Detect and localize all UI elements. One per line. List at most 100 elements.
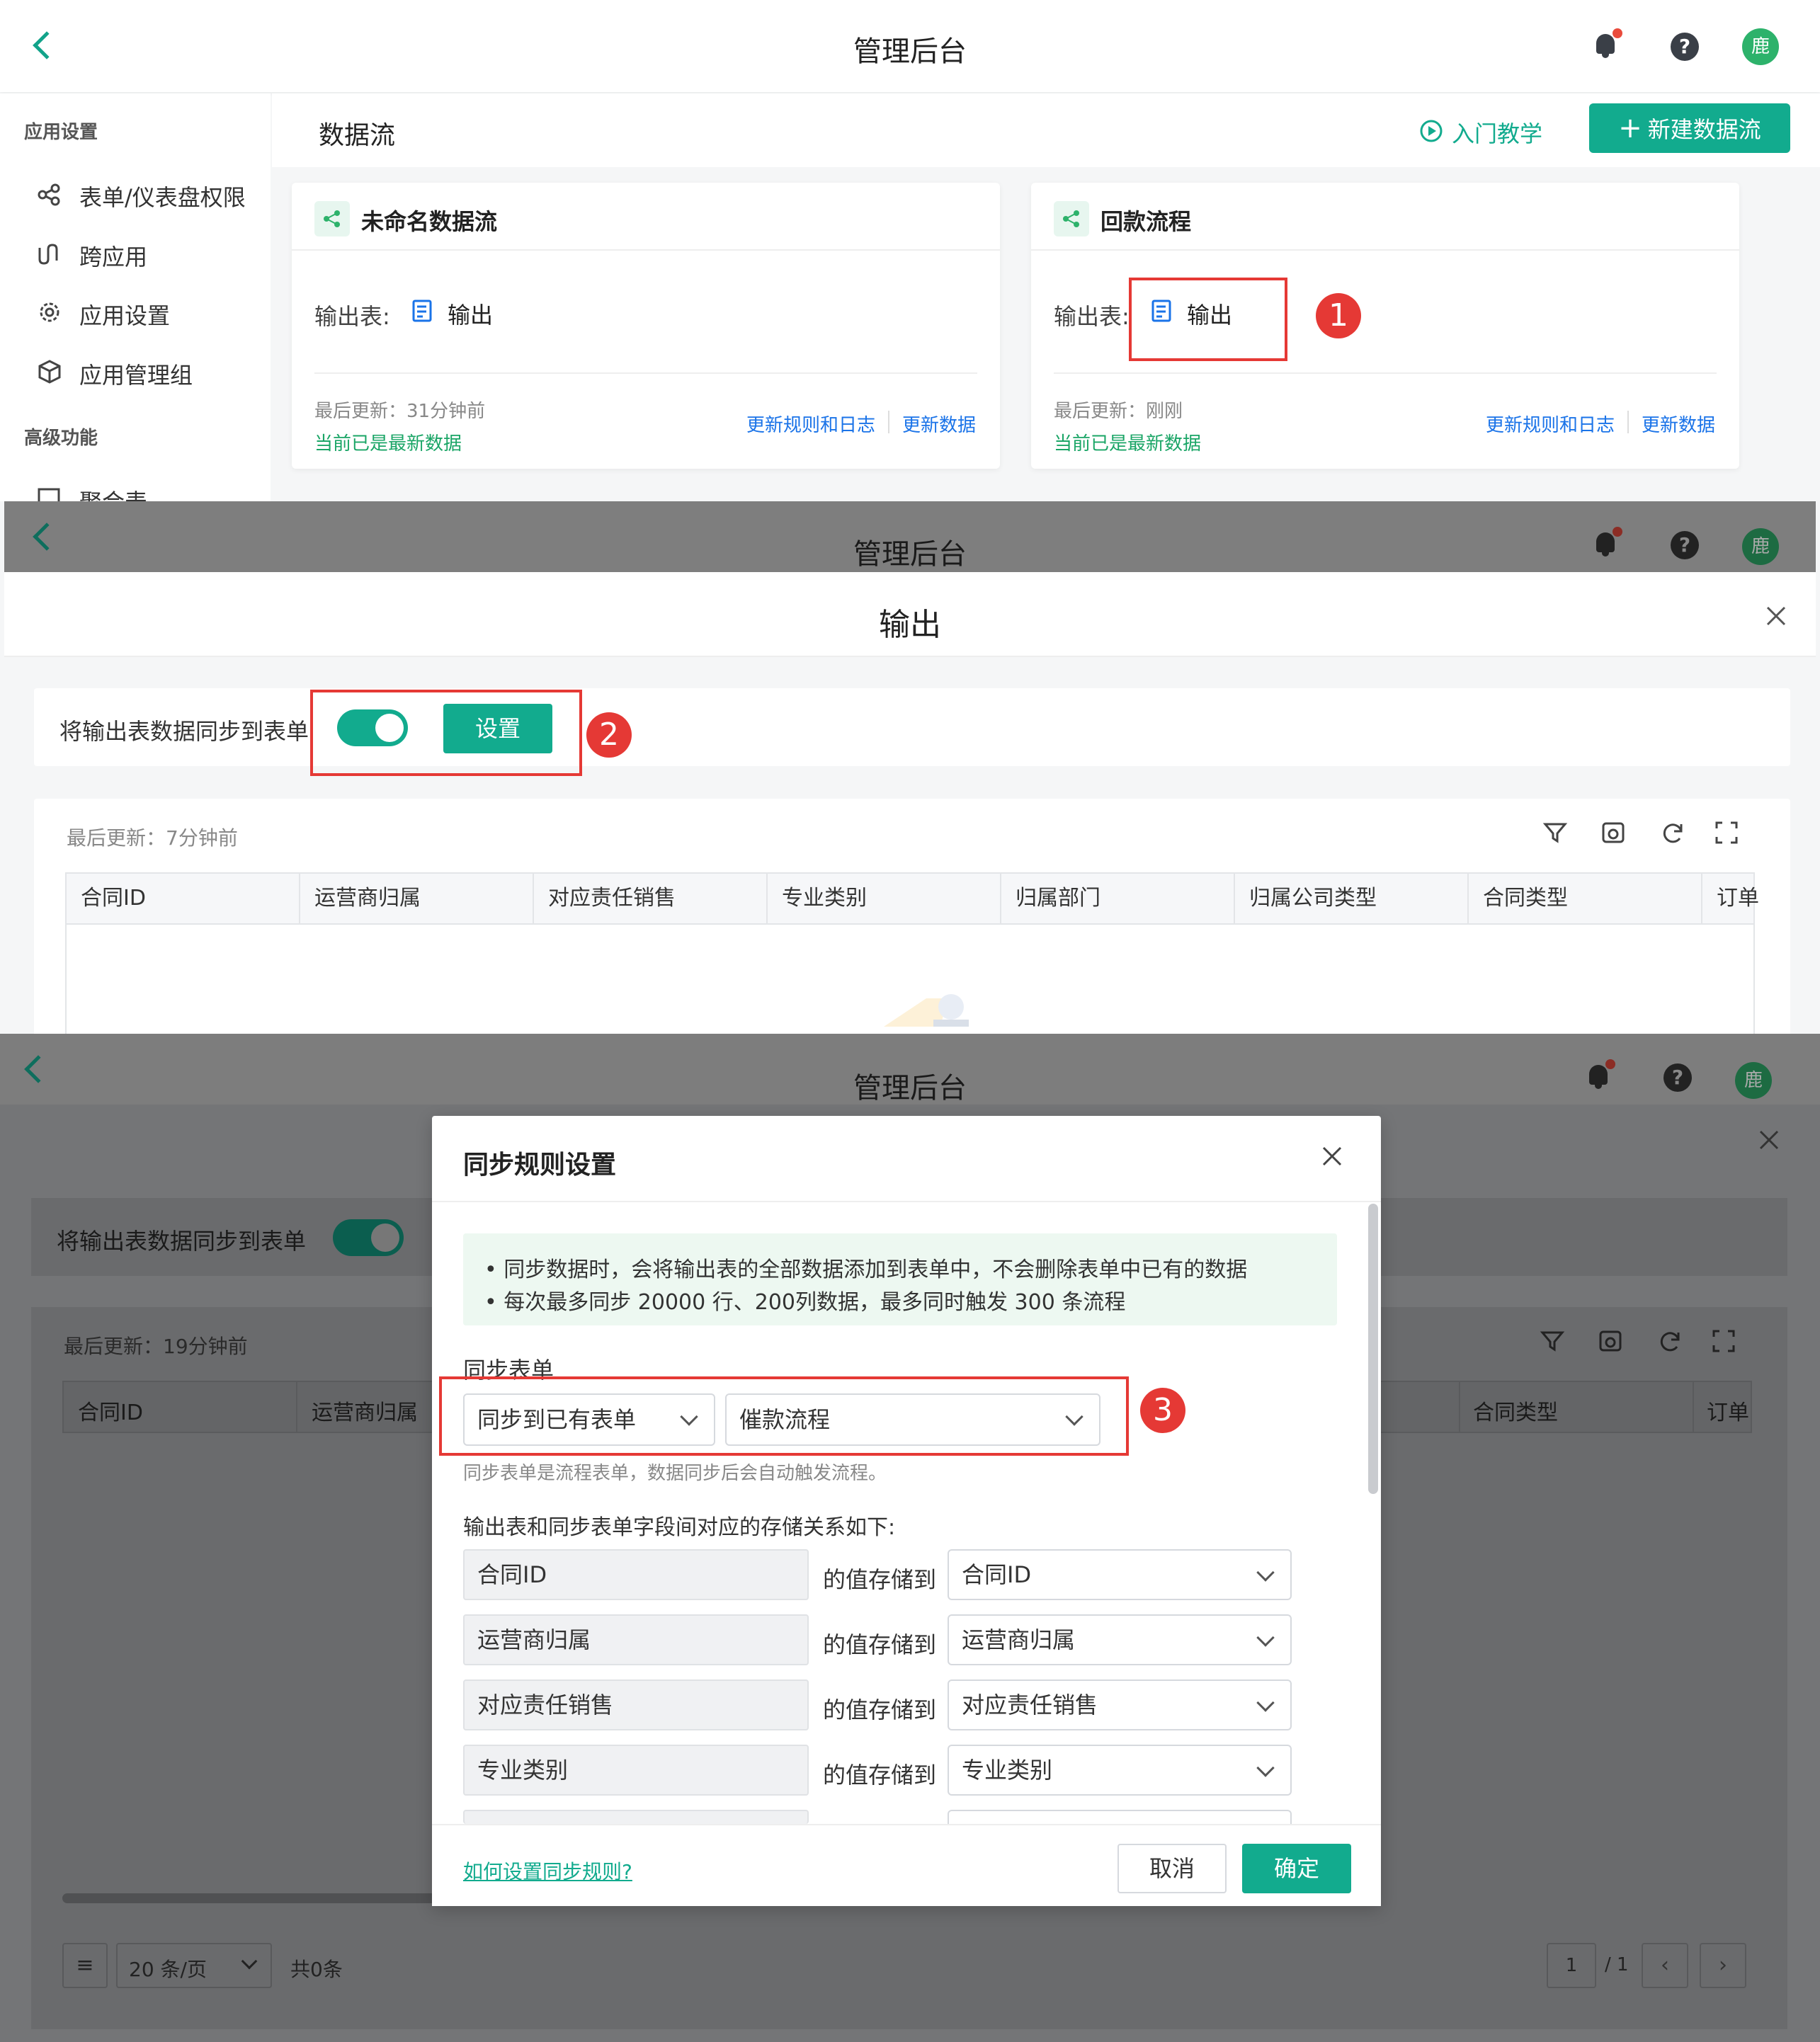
store-to-label: 的值存储到 — [823, 1762, 937, 1789]
new-dataflow-button[interactable]: + 新建数据流 — [1589, 103, 1790, 153]
filter-icon[interactable] — [1542, 820, 1568, 845]
target-field-select[interactable]: 对应责任销售 — [948, 1679, 1292, 1730]
plus-icon: + — [1618, 112, 1642, 144]
avatar[interactable]: 鹿 — [1742, 28, 1779, 65]
target-field-value: 对应责任销售 — [962, 1692, 1098, 1718]
dataflow-card[interactable]: 回款流程 输出表: 输出 1 最后更新：刚刚 当前已是最新数据 更新规则和日志 … — [1031, 183, 1739, 469]
data-table-card: 最后更新：7分钟前 合同ID 运营商归属 对应责任销售 专业类别 归属部门 归属… — [34, 799, 1790, 1034]
drawer-header: 输出 — [4, 572, 1816, 657]
close-icon[interactable] — [1320, 1144, 1344, 1168]
update-data-link[interactable]: 更新数据 — [902, 411, 976, 437]
source-field: 运营商归属 — [463, 1614, 809, 1665]
column-header: 合同ID — [78, 1401, 143, 1425]
notice-box: • 同步数据时，会将输出表的全部数据添加到表单中，不会删除表单中已有的数据 • … — [463, 1233, 1337, 1325]
sync-label: 将输出表数据同步到表单 — [59, 718, 309, 745]
target-field-select[interactable]: 专业类别 — [948, 1745, 1292, 1796]
help-icon[interactable]: ? — [1671, 531, 1699, 559]
highlight-box — [439, 1376, 1129, 1456]
update-data-link[interactable]: 更新数据 — [1642, 411, 1715, 437]
chevron-down-icon — [1256, 1759, 1275, 1777]
chevron-down-icon — [1256, 1563, 1275, 1582]
column-divider — [296, 1382, 297, 1433]
columns-icon[interactable] — [1598, 1328, 1623, 1354]
page-input[interactable]: 1 — [1547, 1943, 1596, 1988]
sync-dialog-panel: 管理后台 ? 鹿 将输出表数据同步到表单 最后更新：19分钟前 合同ID 运营商… — [0, 1034, 1820, 2042]
dataflow-card[interactable]: 未命名数据流 输出表: 输出 最后更新：31分钟前 当前已是最新数据 更新规则和… — [292, 183, 1000, 469]
column-divider — [1693, 1382, 1694, 1433]
fullscreen-icon[interactable] — [1714, 820, 1739, 845]
target-field-select[interactable]: 运营商归属 — [948, 1614, 1292, 1665]
help-link[interactable]: 如何设置同步规则? — [463, 1856, 632, 1885]
column-header[interactable]: 运营商归属 — [300, 874, 534, 923]
callout-number: 1 — [1316, 293, 1361, 338]
bell-icon[interactable] — [1594, 28, 1622, 58]
help-icon[interactable]: ? — [1671, 33, 1699, 61]
divider — [314, 372, 977, 374]
cross-app-icon — [38, 244, 58, 265]
prev-page-button[interactable]: ‹ — [1642, 1943, 1688, 1988]
column-header[interactable]: 对应责任销售 — [534, 874, 768, 923]
column-header[interactable]: 合同ID — [67, 874, 300, 923]
source-field: 专业类别 — [463, 1745, 809, 1796]
cancel-button[interactable]: 取消 — [1117, 1844, 1227, 1893]
app-title: 管理后台 — [853, 35, 967, 68]
top-bar: 管理后台 ? 鹿 — [0, 0, 1820, 92]
footer: 如何设置同步规则? 取消 确定 — [432, 1824, 1381, 1906]
sidebar-item-app-settings[interactable]: 应用设置 — [37, 295, 263, 331]
filter-icon[interactable] — [1540, 1328, 1565, 1354]
sidebar-item-cross-app[interactable]: 跨应用 — [37, 236, 263, 272]
output-panel: 管理后台 ? 鹿 输出 将输出表数据同步到表单 设置 2 最后更新：7分钟前 合… — [0, 501, 1820, 1034]
density-button[interactable]: ≡ — [62, 1943, 108, 1988]
store-to-label: 的值存储到 — [823, 1566, 937, 1593]
sidebar-item-label: 表单/仪表盘权限 — [79, 184, 246, 211]
columns-icon[interactable] — [1600, 820, 1626, 845]
vertical-scrollbar[interactable] — [1368, 1204, 1378, 1494]
close-icon[interactable] — [1756, 1127, 1782, 1153]
sidebar-item-aggregate[interactable]: 聚合表 — [37, 481, 263, 501]
rules-log-link[interactable]: 更新规则和日志 — [1486, 411, 1615, 437]
bell-icon[interactable] — [1587, 1059, 1615, 1089]
column-header[interactable]: 专业类别 — [768, 874, 1001, 923]
content-header: 数据流 入门教学 + 新建数据流 — [272, 93, 1820, 167]
next-page-button[interactable]: › — [1700, 1943, 1746, 1988]
target-field-value: 合同ID — [962, 1561, 1032, 1588]
tutorial-link[interactable]: 入门教学 — [1419, 113, 1554, 147]
fullscreen-icon[interactable] — [1711, 1328, 1736, 1354]
column-header[interactable]: 归属公司类型 — [1235, 874, 1469, 923]
column-header[interactable]: 归属部门 — [1001, 874, 1235, 923]
column-header: 运营商归属 — [312, 1401, 418, 1425]
page-size-select[interactable]: 20 条/页 — [116, 1943, 272, 1988]
ok-button[interactable]: 确定 — [1242, 1844, 1351, 1893]
output-link[interactable]: 输出 — [411, 296, 510, 329]
sync-toggle[interactable] — [333, 1219, 404, 1256]
sidebar-item-admin-group[interactable]: 应用管理组 — [37, 355, 263, 390]
target-field-select[interactable]: 合同ID — [948, 1549, 1292, 1600]
status-text: 当前已是最新数据 — [1054, 433, 1202, 455]
refresh-icon[interactable] — [1657, 1328, 1683, 1354]
rules-log-link[interactable]: 更新规则和日志 — [746, 411, 875, 437]
table-doc-icon — [412, 300, 432, 322]
divider — [292, 249, 1000, 251]
tutorial-label: 入门教学 — [1452, 120, 1543, 147]
avatar[interactable]: 鹿 — [1735, 1062, 1772, 1099]
sidebar-section-app-settings: 应用设置 — [24, 122, 98, 143]
column-header: 订单 — [1707, 1401, 1749, 1425]
column-header[interactable]: 合同类型 — [1469, 874, 1702, 923]
dataflow-icon — [314, 201, 350, 236]
dataflow-icon — [1054, 201, 1089, 236]
app-title: 管理后台 — [853, 538, 967, 571]
column-header[interactable]: 订单 — [1702, 874, 1820, 923]
sidebar-item-form-permissions[interactable]: 表单/仪表盘权限 — [37, 177, 263, 212]
refresh-icon[interactable] — [1660, 820, 1685, 845]
share-icon — [38, 183, 60, 206]
close-icon[interactable] — [1763, 603, 1789, 629]
help-icon[interactable]: ? — [1663, 1063, 1692, 1092]
new-dataflow-label: 新建数据流 — [1647, 116, 1761, 143]
dialog-title: 同步规则设置 — [463, 1151, 617, 1180]
last-update: 最后更新：7分钟前 — [67, 826, 238, 850]
divider — [432, 1201, 1381, 1202]
page-title: 数据流 — [319, 121, 396, 150]
divider — [1054, 372, 1717, 374]
avatar[interactable]: 鹿 — [1742, 528, 1779, 565]
bell-icon[interactable] — [1594, 527, 1622, 557]
